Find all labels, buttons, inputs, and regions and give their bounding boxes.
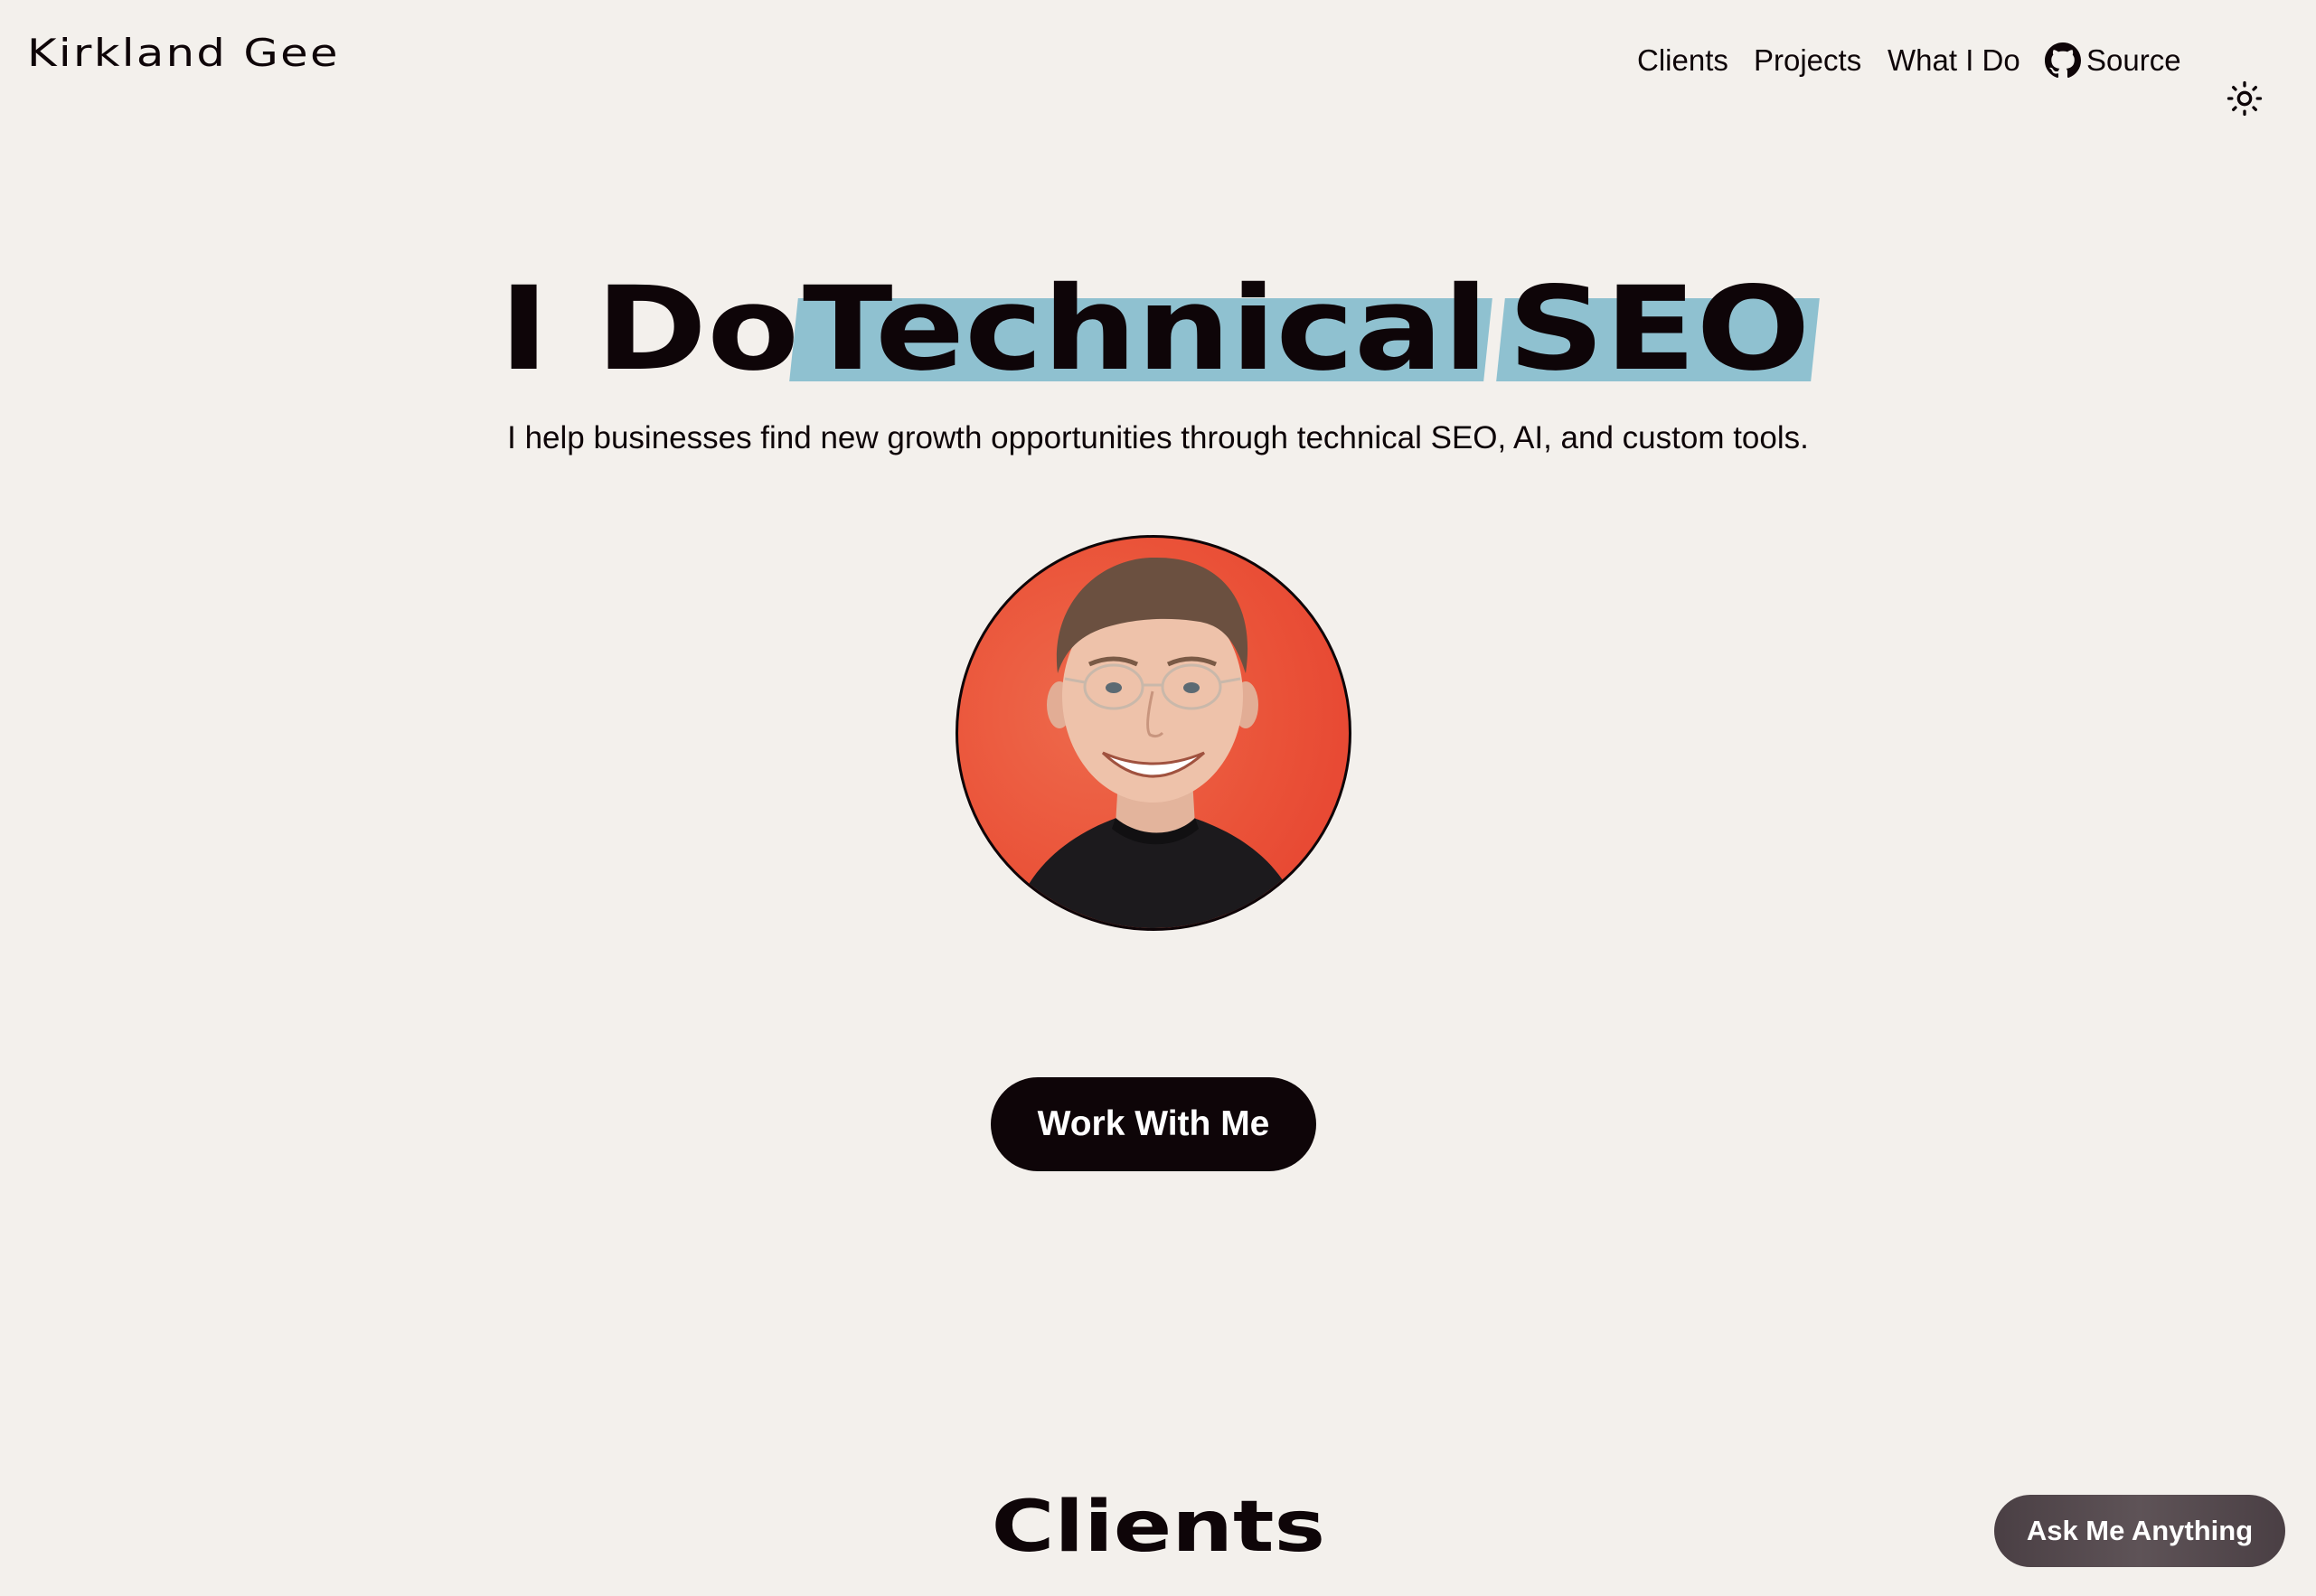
hero-subtitle: I help businesses find new growth opport… xyxy=(507,420,1809,455)
ask-me-anything-button[interactable]: Ask Me Anything xyxy=(1994,1495,2285,1567)
nav-source[interactable]: Source xyxy=(2045,40,2181,81)
theme-toggle-button[interactable] xyxy=(2224,78,2265,123)
nav-source-label: Source xyxy=(2086,43,2181,77)
github-icon xyxy=(2045,42,2081,79)
page: Kirkland Gee Clients Projects What I Do … xyxy=(0,0,2316,1596)
work-with-me-button[interactable]: Work With Me xyxy=(991,1077,1316,1171)
hero-title: I Do Technical SEO xyxy=(0,262,2316,398)
clients-section-title: Clients xyxy=(0,1482,2316,1573)
hero-title-highlight-technical: Technical xyxy=(803,262,1489,397)
hero-title-plain: I Do xyxy=(499,262,800,397)
clients-title-text: Clients xyxy=(991,1487,1325,1568)
sun-icon xyxy=(2227,80,2263,121)
nav-clients[interactable]: Clients xyxy=(1637,40,1728,81)
nav-projects[interactable]: Projects xyxy=(1754,40,1861,81)
main-nav: Clients Projects What I Do Source xyxy=(0,40,2316,116)
avatar-portrait xyxy=(1012,557,1302,928)
nav-what-i-do[interactable]: What I Do xyxy=(1888,40,2020,81)
avatar xyxy=(956,535,1351,931)
hero-title-highlight-seo: SEO xyxy=(1508,262,1811,397)
